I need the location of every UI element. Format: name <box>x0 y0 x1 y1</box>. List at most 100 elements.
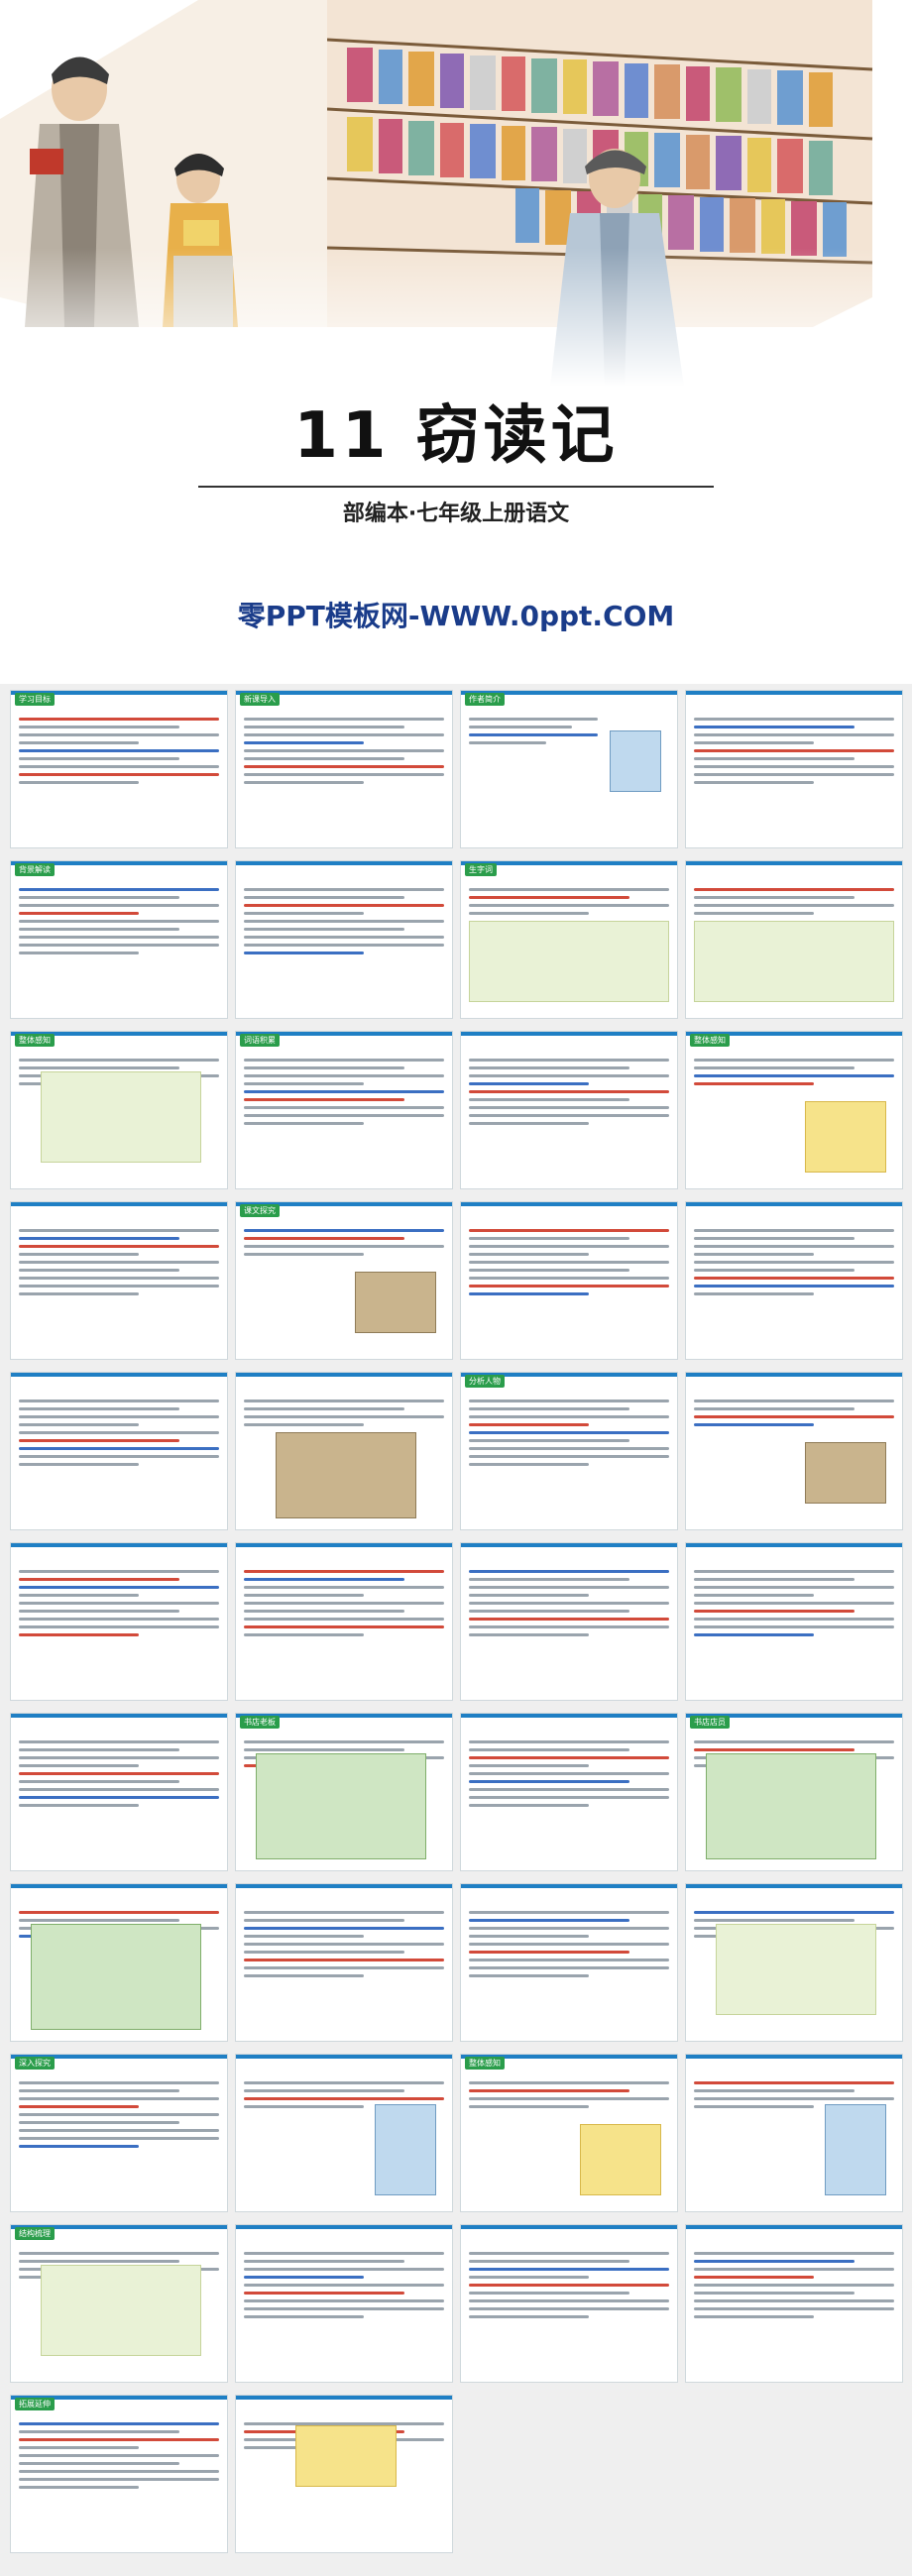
slide-text-lines <box>469 883 669 920</box>
slide-thumbnail[interactable]: 课文探究 <box>235 1201 453 1360</box>
cover-slide: 11 窃读记 部编本·七年级上册语文 零PPT模板网-WWW.0ppt.COM <box>0 0 912 684</box>
slide-top-bar <box>236 861 452 865</box>
vocab-table <box>694 921 894 1002</box>
slide-section-tab: 拓展延伸 <box>15 2398 55 2410</box>
slide-top-bar <box>236 1543 452 1547</box>
slide-thumbnail[interactable] <box>685 1542 903 1701</box>
slide-top-bar <box>236 1884 452 1888</box>
slide-text-lines <box>469 1395 669 1471</box>
slide-thumbnail[interactable] <box>685 2224 903 2383</box>
slide-section-tab: 背景解读 <box>15 863 55 876</box>
slide-thumbnail[interactable]: 词语积累 <box>235 1031 453 1189</box>
slide-thumbnail[interactable] <box>685 690 903 848</box>
slide-thumbnail[interactable]: 书店店员 <box>685 1713 903 1871</box>
slide-thumbnail[interactable] <box>460 1713 678 1871</box>
slide-top-bar <box>11 1884 227 1888</box>
slide-thumbnail[interactable]: 生字词 <box>460 860 678 1019</box>
slide-top-bar <box>461 1884 677 1888</box>
slide-thumbnail[interactable] <box>235 1542 453 1701</box>
illustration-image <box>805 1101 886 1173</box>
slide-section-tab: 分析人物 <box>465 1375 505 1388</box>
slide-section-tab: 整体感知 <box>690 1034 730 1047</box>
slide-text-lines <box>469 1054 669 1130</box>
slide-thumbnail[interactable]: 学习目标 <box>10 690 228 848</box>
slide-text-lines <box>244 1906 444 1982</box>
slide-section-tab: 书店老板 <box>240 1716 280 1729</box>
slide-section-tab: 书店店员 <box>690 1716 730 1729</box>
slide-text-lines <box>469 1224 669 1300</box>
illustration-image <box>580 2124 661 2195</box>
slide-top-bar <box>461 1543 677 1547</box>
slide-section-tab: 整体感知 <box>465 2057 505 2070</box>
slide-thumbnail[interactable]: 整体感知 <box>10 1031 228 1189</box>
cover-illustration <box>0 0 912 387</box>
slide-thumbnail[interactable] <box>10 1372 228 1530</box>
slide-text-lines <box>694 1565 894 1641</box>
slide-thumbnail[interactable]: 拓展延伸 <box>10 2395 228 2553</box>
slide-thumbnail[interactable] <box>235 2224 453 2383</box>
slide-text-lines <box>19 2417 219 2494</box>
slide-thumbnail[interactable] <box>685 1201 903 1360</box>
slide-text-lines <box>244 883 444 959</box>
slide-text-lines <box>19 1395 219 1471</box>
page-subtitle: 部编本·七年级上册语文 <box>342 502 570 526</box>
slide-thumbnail[interactable] <box>235 1883 453 2042</box>
slide-section-tab: 课文探究 <box>240 1204 280 1217</box>
slide-top-bar <box>686 1884 902 1888</box>
slide-thumbnail[interactable] <box>235 860 453 1019</box>
portrait-image <box>610 730 661 792</box>
slide-text-lines <box>694 883 894 920</box>
slide-top-bar <box>686 861 902 865</box>
slide-text-lines <box>694 1054 894 1090</box>
title-divider <box>198 486 714 488</box>
slide-thumbnail[interactable] <box>685 1372 903 1530</box>
slide-thumbnail[interactable] <box>235 1372 453 1530</box>
structure-diagram <box>716 1924 876 2015</box>
slide-thumbnail[interactable] <box>460 1031 678 1189</box>
note-box <box>295 2425 397 2487</box>
structure-diagram <box>41 1071 201 1163</box>
slide-thumbnail[interactable] <box>10 1883 228 2042</box>
slide-text-lines <box>244 713 444 789</box>
slide-top-bar <box>11 1714 227 1718</box>
slide-thumbnail[interactable]: 作者简介 <box>460 690 678 848</box>
slide-thumbnail[interactable]: 整体感知 <box>460 2054 678 2212</box>
scene-image <box>256 1753 426 1859</box>
slide-thumbnail[interactable]: 新课导入 <box>235 690 453 848</box>
slide-thumbnail[interactable] <box>235 2395 453 2553</box>
scene-image <box>706 1753 876 1859</box>
slide-top-bar <box>236 2055 452 2059</box>
slide-thumbnail[interactable] <box>460 1201 678 1360</box>
slide-thumbnail[interactable]: 整体感知 <box>685 1031 903 1189</box>
slide-text-lines <box>19 1224 219 1300</box>
slide-thumbnail[interactable] <box>235 2054 453 2212</box>
slide-text-lines <box>694 713 894 789</box>
slide-thumbnail[interactable] <box>10 1542 228 1701</box>
slide-thumbnail[interactable] <box>460 1542 678 1701</box>
slide-thumbnail[interactable] <box>685 860 903 1019</box>
slide-thumbnail[interactable] <box>460 2224 678 2383</box>
slide-thumbnail[interactable] <box>685 1883 903 2042</box>
slide-thumbnail[interactable]: 背景解读 <box>10 860 228 1019</box>
vocab-table <box>469 921 669 1002</box>
slide-thumbnail[interactable] <box>685 2054 903 2212</box>
slide-section-tab: 整体感知 <box>15 1034 55 1047</box>
slide-thumbnail[interactable]: 深入探究 <box>10 2054 228 2212</box>
slide-text-lines <box>244 1395 444 1431</box>
slide-section-tab: 生字词 <box>465 863 497 876</box>
slide-thumbnail-grid: 学习目标 新课导入 作者简介 背景解读 生字词 整体感知 词语积累 整体感知 课文探究 分析人物书… <box>0 684 912 2576</box>
slide-thumbnail[interactable] <box>10 1713 228 1871</box>
slide-thumbnail[interactable] <box>460 1883 678 2042</box>
slide-top-bar <box>11 1373 227 1377</box>
slide-section-tab: 作者简介 <box>465 693 505 706</box>
slide-section-tab: 深入探究 <box>15 2057 55 2070</box>
slide-text-lines <box>19 713 219 789</box>
slide-thumbnail[interactable] <box>10 1201 228 1360</box>
slide-thumbnail[interactable]: 书店老板 <box>235 1713 453 1871</box>
scene-image <box>31 1924 201 2030</box>
slide-top-bar <box>686 1373 902 1377</box>
slide-text-lines <box>694 1395 894 1431</box>
structure-diagram <box>41 2265 201 2356</box>
slide-thumbnail[interactable]: 结构梳理 <box>10 2224 228 2383</box>
slide-thumbnail[interactable]: 分析人物 <box>460 1372 678 1530</box>
